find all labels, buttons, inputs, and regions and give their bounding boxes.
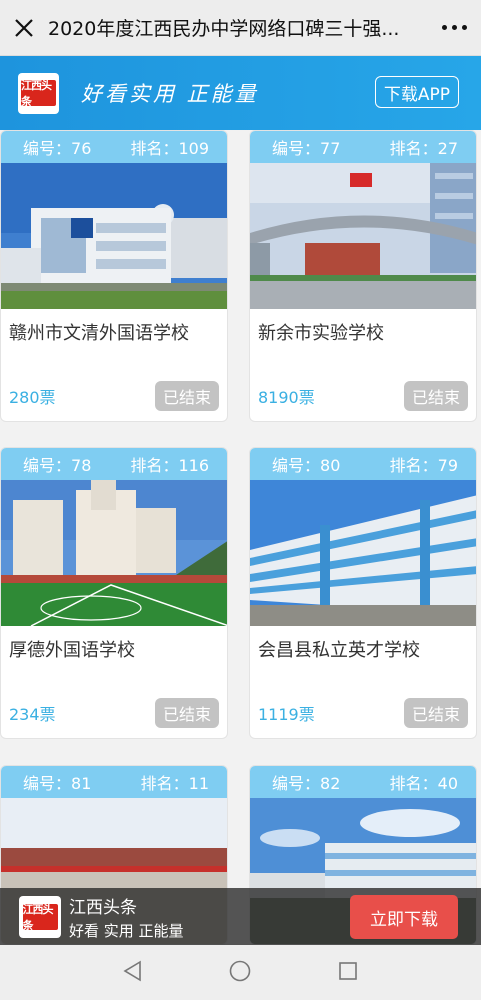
close-icon[interactable] [0, 0, 48, 56]
school-name: 厚德外国语学校 [9, 640, 135, 661]
school-card[interactable]: 编号：77 排名：27 新余市实验学校 8190票 已结束 [249, 130, 477, 422]
school-photo [250, 163, 476, 309]
status-badge: 已结束 [403, 381, 468, 411]
school-name: 新余市实验学校 [258, 323, 384, 344]
card-footer: 280票 已结束 [1, 381, 227, 421]
recents-nav-icon[interactable] [337, 960, 359, 986]
card-header: 编号：82 排名：40 [250, 766, 476, 798]
card-header: 编号：78 排名：116 [1, 448, 227, 480]
card-header: 编号：76 排名：109 [1, 131, 227, 163]
card-id: 编号：81 [23, 774, 92, 793]
card-id: 编号：78 [23, 456, 92, 475]
card-rank: 排名：40 [389, 774, 458, 793]
card-rank: 排名：11 [140, 774, 209, 793]
system-nav-bar [0, 945, 481, 1000]
app-name: 江西头条 [69, 897, 137, 918]
app-banner: 江西头条 好看实用 正能量 下载APP [0, 56, 481, 130]
school-card[interactable]: 编号：78 排名：116 厚德外国语学校 234票 已结束 [0, 447, 228, 739]
download-bar: 江西头条 江西头条 好看 实用 正能量 立即下载 [0, 888, 481, 945]
card-footer: 1119票 已结束 [250, 698, 476, 738]
card-header: 编号：80 排名：79 [250, 448, 476, 480]
school-card-grid: 编号：76 排名：109 赣州市文清外国语学校 280票 已结束 编号：77 排… [0, 130, 481, 945]
vote-count: 234票 [9, 705, 56, 724]
card-id: 编号：80 [272, 456, 341, 475]
app-info: 江西头条 好看 实用 正能量 [69, 893, 184, 941]
app-logo: 江西头条 [19, 895, 61, 938]
school-name: 会昌县私立英才学校 [258, 640, 420, 661]
school-photo [250, 480, 476, 626]
status-badge: 已结束 [154, 381, 219, 411]
card-header: 编号：81 排名：11 [1, 766, 227, 798]
school-card[interactable]: 编号：76 排名：109 赣州市文清外国语学校 280票 已结束 [0, 130, 228, 422]
banner-slogan: 好看实用 正能量 [81, 82, 259, 106]
download-now-button[interactable]: 立即下载 [350, 895, 458, 939]
status-badge: 已结束 [403, 698, 468, 728]
home-nav-icon[interactable] [228, 959, 252, 987]
card-rank: 排名：109 [130, 139, 209, 158]
card-rank: 排名：79 [389, 456, 458, 475]
back-nav-icon[interactable] [122, 960, 144, 986]
card-rank: 排名：116 [130, 456, 209, 475]
logo-text: 江西头条 [21, 79, 56, 108]
school-card[interactable]: 编号：80 排名：79 会昌县私立英才学校 1119票 已结束 [249, 447, 477, 739]
app-logo: 江西头条 [18, 72, 59, 114]
vote-count: 8190票 [258, 388, 315, 407]
more-icon[interactable] [427, 0, 481, 56]
app-tagline: 好看 实用 正能量 [69, 921, 184, 940]
card-id: 编号：82 [272, 774, 341, 793]
logo-text: 江西头条 [22, 903, 58, 932]
title-bar: 2020年度江西民办中学网络口碑三十强... [0, 0, 481, 56]
card-footer: 8190票 已结束 [250, 381, 476, 421]
download-app-button[interactable]: 下载APP [374, 76, 459, 108]
vote-count: 280票 [9, 388, 56, 407]
vote-count: 1119票 [258, 705, 315, 724]
card-id: 编号：76 [23, 139, 92, 158]
card-id: 编号：77 [272, 139, 341, 158]
school-photo [1, 480, 227, 626]
status-badge: 已结束 [154, 698, 219, 728]
school-name: 赣州市文清外国语学校 [9, 323, 189, 344]
card-header: 编号：77 排名：27 [250, 131, 476, 163]
school-photo [1, 163, 227, 309]
page-title: 2020年度江西民办中学网络口碑三十强... [48, 18, 400, 40]
card-rank: 排名：27 [389, 139, 458, 158]
card-footer: 234票 已结束 [1, 698, 227, 738]
